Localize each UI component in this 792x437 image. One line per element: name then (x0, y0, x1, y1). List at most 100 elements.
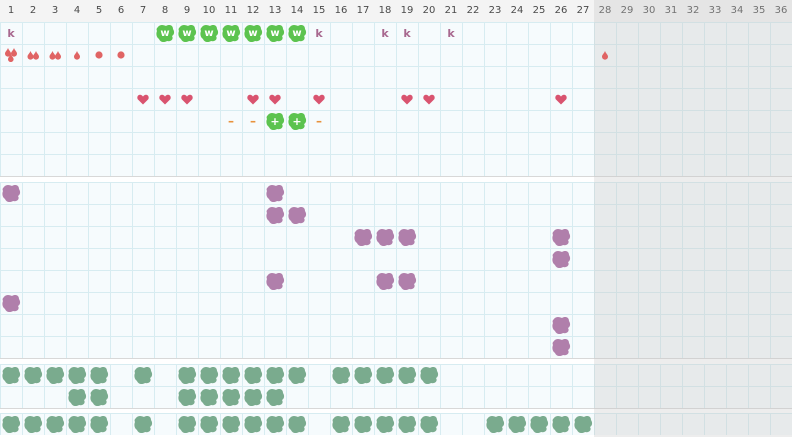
exercise-w-icon[interactable]: w (198, 22, 220, 44)
day-header-27[interactable]: 27 (572, 0, 594, 22)
teal-blob-icon[interactable] (220, 413, 242, 435)
teal-blob-icon[interactable] (22, 364, 44, 386)
heart-icon[interactable] (264, 88, 286, 110)
purple-blob-icon[interactable] (374, 226, 396, 248)
day-header-18[interactable]: 18 (374, 0, 396, 22)
purple-blob-icon[interactable] (264, 204, 286, 226)
teal-blob-icon[interactable] (352, 413, 374, 435)
heart-icon[interactable] (550, 88, 572, 110)
day-header-10[interactable]: 10 (198, 0, 220, 22)
day-header-17[interactable]: 17 (352, 0, 374, 22)
heart-icon[interactable] (176, 88, 198, 110)
heart-icon[interactable] (132, 88, 154, 110)
teal-blob-icon[interactable] (88, 386, 110, 408)
teal-blob-icon[interactable] (264, 364, 286, 386)
purple-blob-icon[interactable] (550, 314, 572, 336)
teal-blob-icon[interactable] (66, 364, 88, 386)
purple-blob-icon[interactable] (286, 204, 308, 226)
teal-blob-icon[interactable] (374, 364, 396, 386)
teal-blob-icon[interactable] (176, 386, 198, 408)
day-header-24[interactable]: 24 (506, 0, 528, 22)
day-header-20[interactable]: 20 (418, 0, 440, 22)
teal-blob-icon[interactable] (484, 413, 506, 435)
teal-blob-icon[interactable] (220, 386, 242, 408)
bleeding-drop-medium-icon[interactable] (22, 44, 44, 66)
teal-blob-icon[interactable] (396, 364, 418, 386)
day-header-4[interactable]: 4 (66, 0, 88, 22)
day-header-8[interactable]: 8 (154, 0, 176, 22)
teal-blob-icon[interactable] (286, 364, 308, 386)
dash-mark[interactable]: – (242, 110, 264, 132)
teal-blob-icon[interactable] (198, 413, 220, 435)
exercise-w-icon[interactable]: w (220, 22, 242, 44)
teal-blob-icon[interactable] (374, 413, 396, 435)
day-header-21[interactable]: 21 (440, 0, 462, 22)
teal-blob-icon[interactable] (418, 364, 440, 386)
teal-blob-icon[interactable] (132, 364, 154, 386)
day-header-2[interactable]: 2 (22, 0, 44, 22)
teal-blob-icon[interactable] (44, 364, 66, 386)
teal-blob-icon[interactable] (176, 413, 198, 435)
purple-blob-icon[interactable] (0, 292, 22, 314)
day-header-23[interactable]: 23 (484, 0, 506, 22)
teal-blob-icon[interactable] (242, 386, 264, 408)
day-header-25[interactable]: 25 (528, 0, 550, 22)
purple-blob-icon[interactable] (264, 182, 286, 204)
purple-blob-icon[interactable] (396, 226, 418, 248)
day-header-9[interactable]: 9 (176, 0, 198, 22)
bleeding-spot-icon[interactable] (88, 44, 110, 66)
plus-icon[interactable]: + (264, 110, 286, 132)
day-header-6[interactable]: 6 (110, 0, 132, 22)
purple-blob-icon[interactable] (352, 226, 374, 248)
day-header-13[interactable]: 13 (264, 0, 286, 22)
symptom-k-mark[interactable]: k (396, 22, 418, 44)
teal-blob-icon[interactable] (198, 386, 220, 408)
teal-blob-icon[interactable] (0, 364, 22, 386)
teal-blob-icon[interactable] (44, 413, 66, 435)
teal-blob-icon[interactable] (264, 413, 286, 435)
purple-blob-icon[interactable] (374, 270, 396, 292)
symptom-k-mark[interactable]: k (374, 22, 396, 44)
day-header-19[interactable]: 19 (396, 0, 418, 22)
symptom-k-mark[interactable]: k (440, 22, 462, 44)
day-header-26[interactable]: 26 (550, 0, 572, 22)
purple-blob-icon[interactable] (550, 336, 572, 358)
day-header-12[interactable]: 12 (242, 0, 264, 22)
heart-icon[interactable] (308, 88, 330, 110)
teal-blob-icon[interactable] (176, 364, 198, 386)
teal-blob-icon[interactable] (66, 413, 88, 435)
dash-mark[interactable]: – (220, 110, 242, 132)
teal-blob-icon[interactable] (528, 413, 550, 435)
day-header-11[interactable]: 11 (220, 0, 242, 22)
day-header-22[interactable]: 22 (462, 0, 484, 22)
bleeding-drop-light-icon[interactable] (66, 44, 88, 66)
bleeding-drop-medium-icon[interactable] (44, 44, 66, 66)
heart-icon[interactable] (418, 88, 440, 110)
teal-blob-icon[interactable] (132, 413, 154, 435)
teal-blob-icon[interactable] (352, 364, 374, 386)
plus-icon[interactable]: + (286, 110, 308, 132)
exercise-w-icon[interactable]: w (242, 22, 264, 44)
teal-blob-icon[interactable] (198, 364, 220, 386)
teal-blob-icon[interactable] (330, 364, 352, 386)
teal-blob-icon[interactable] (66, 386, 88, 408)
purple-blob-icon[interactable] (264, 270, 286, 292)
purple-blob-icon[interactable] (396, 270, 418, 292)
teal-blob-icon[interactable] (396, 413, 418, 435)
teal-blob-icon[interactable] (242, 364, 264, 386)
purple-blob-icon[interactable] (550, 226, 572, 248)
purple-blob-icon[interactable] (550, 248, 572, 270)
day-header-3[interactable]: 3 (44, 0, 66, 22)
teal-blob-icon[interactable] (286, 413, 308, 435)
day-header-1[interactable]: 1 (0, 0, 22, 22)
day-header-7[interactable]: 7 (132, 0, 154, 22)
day-header-5[interactable]: 5 (88, 0, 110, 22)
symptom-k-mark[interactable]: k (0, 22, 22, 44)
heart-icon[interactable] (154, 88, 176, 110)
exercise-w-icon[interactable]: w (264, 22, 286, 44)
heart-icon[interactable] (396, 88, 418, 110)
teal-blob-icon[interactable] (22, 413, 44, 435)
bleeding-drop-light-icon[interactable] (594, 44, 616, 66)
purple-blob-icon[interactable] (0, 182, 22, 204)
exercise-w-icon[interactable]: w (154, 22, 176, 44)
